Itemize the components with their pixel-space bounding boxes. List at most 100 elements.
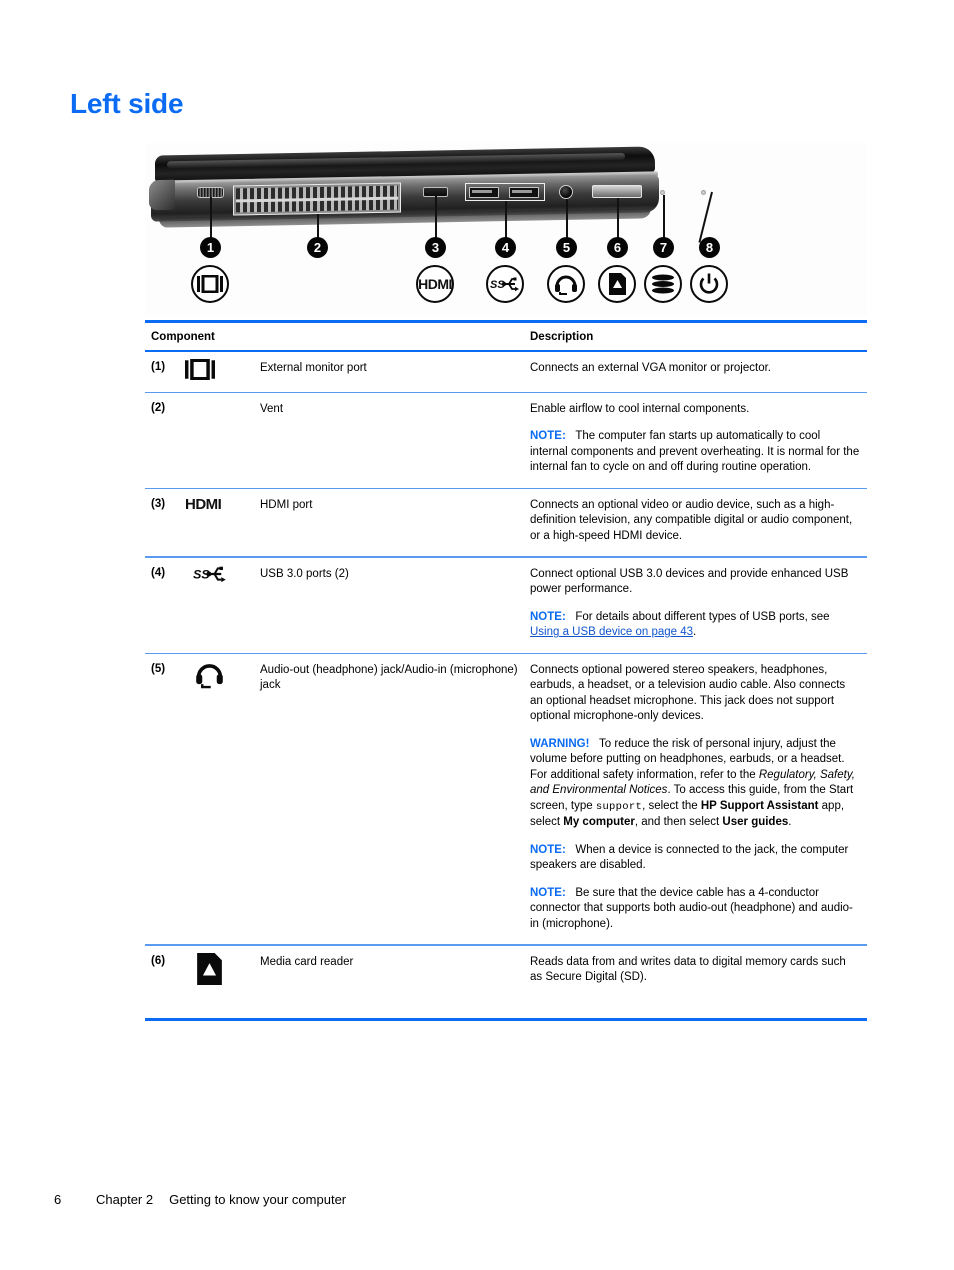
table-row: (4) SS USB 3.0 ports (2) Connect optiona…: [145, 558, 867, 653]
audio-jack-art: [559, 185, 573, 199]
header-description: Description: [530, 331, 594, 343]
leader-line-1: [210, 197, 212, 241]
power-led-art: [701, 190, 706, 195]
power-icon: [690, 265, 728, 303]
row-icon-cell: [185, 946, 260, 998]
leader-line-6: [617, 198, 619, 241]
row-icon-cell: [185, 352, 260, 392]
note-label: NOTE:: [530, 610, 566, 623]
warning-text-c: , select the: [642, 799, 701, 812]
hdmi-icon: HDMI: [416, 265, 454, 303]
document-page: Left side 1 2 3 4 5 6 7 8 HDMI SS Compon…: [0, 0, 954, 1270]
warning-text-e: , and then select: [634, 816, 723, 829]
row-description: Connects an external VGA monitor or proj…: [530, 352, 867, 392]
media-card-icon-glyph: [608, 273, 626, 295]
row-component-name: HDMI port: [260, 498, 313, 511]
row-number: (3): [151, 497, 166, 510]
table-row: (3) HDMI HDMI port Connects an optional …: [145, 489, 867, 557]
row-icon-cell: SS: [185, 558, 260, 653]
page-footer: 6 Chapter 2 Getting to know your computer: [54, 1192, 346, 1207]
media-card-icon: [598, 265, 636, 303]
row-number: (4): [151, 566, 166, 579]
note-text: When a device is connected to the jack, …: [530, 843, 849, 872]
note-text-pre: For details about different types of USB…: [575, 610, 830, 623]
usb-ports-art: [465, 183, 545, 201]
row-description-text: Reads data from and writes data to digit…: [530, 955, 846, 984]
usb-device-link[interactable]: Using a USB device on page 43: [530, 626, 693, 638]
callout-1: 1: [200, 237, 221, 258]
drive-icon: [644, 265, 682, 303]
headset-icon: [196, 664, 223, 689]
note-text: The computer fan starts up automatically…: [530, 430, 860, 474]
row-number: (2): [151, 401, 166, 414]
laptop-hinge: [149, 179, 175, 211]
table-row: (5) Audio-out (headphone) jack/Audio-in …: [145, 654, 867, 945]
row-description: Connect optional USB 3.0 devices and pro…: [530, 558, 867, 653]
table-bottom-rule: [145, 1017, 867, 1021]
warning-menu-my-computer: My computer: [563, 816, 635, 829]
row-description-text: Connects an optional video or audio devi…: [530, 498, 853, 542]
callout-7: 7: [653, 237, 674, 258]
leader-line-3: [435, 196, 437, 241]
row-description: Connects optional powered stereo speaker…: [530, 654, 867, 945]
note-text-post: .: [693, 626, 697, 639]
row-icon-cell: HDMI: [185, 489, 260, 557]
warning-app-name: HP Support Assistant: [700, 799, 819, 812]
row-component-name: Audio-out (headphone) jack/Audio-in (mic…: [260, 663, 518, 691]
row-description: Connects an optional video or audio devi…: [530, 489, 867, 557]
row-description-text: Connects an external VGA monitor or proj…: [530, 361, 771, 374]
usb-superspeed-icon-glyph: SS: [490, 277, 519, 292]
laptop-left-side-figure: 1 2 3 4 5 6 7 8 HDMI SS: [145, 143, 867, 315]
table-header-row: Component Description: [145, 323, 867, 350]
note-text: Be sure that the device cable has a 4-co…: [530, 886, 853, 930]
leader-line-8: [698, 191, 713, 243]
callout-4: 4: [495, 237, 516, 258]
callout-5: 5: [556, 237, 577, 258]
row-number: (6): [151, 954, 166, 967]
row-number: (1): [151, 360, 166, 373]
row-description: Reads data from and writes data to digit…: [530, 946, 867, 998]
row-component-name: Media card reader: [260, 955, 354, 968]
headset-icon-glyph: [555, 275, 577, 295]
row-description: Enable airflow to cool internal componen…: [530, 393, 867, 488]
vent-art: [233, 182, 401, 216]
callout-6: 6: [607, 237, 628, 258]
note-label: NOTE:: [530, 843, 566, 856]
row-note: NOTE: When a device is connected to the j…: [530, 843, 861, 874]
hdmi-icon: HDMI: [185, 495, 222, 513]
external-monitor-icon: [185, 358, 215, 380]
warning-type-command: support: [595, 800, 643, 813]
row-description-text: Connects optional powered stereo speaker…: [530, 663, 846, 723]
row-description-text: Connect optional USB 3.0 devices and pro…: [530, 567, 849, 596]
external-monitor-icon-glyph: [197, 275, 223, 293]
power-icon-glyph: [699, 273, 719, 294]
external-monitor-icon: [191, 265, 229, 303]
footer-chapter: Chapter 2: [96, 1192, 154, 1207]
row-number: (5): [151, 662, 166, 675]
warning-label: WARNING!: [530, 737, 590, 750]
row-note: NOTE: Be sure that the device cable has a…: [530, 886, 861, 933]
row-component-name: USB 3.0 ports (2): [260, 567, 349, 580]
media-card-icon: [197, 952, 222, 985]
table-row: (2) Vent Enable airflow to cool internal…: [145, 393, 867, 488]
table-row: (1) External monitor port Connects an ex…: [145, 352, 867, 392]
row-note: NOTE: The computer fan starts up automati…: [530, 429, 861, 476]
row-icon-cell: [185, 393, 260, 488]
page-title: Left side: [70, 88, 184, 119]
callout-2: 2: [307, 237, 328, 258]
leader-line-4: [505, 201, 507, 241]
table-row: (6) Media card reader Reads data from an…: [145, 946, 867, 998]
headset-icon: [547, 265, 585, 303]
warning-text-f: .: [788, 816, 792, 829]
callout-3: 3: [425, 237, 446, 258]
usb-superspeed-icon: SS: [486, 265, 524, 303]
drive-icon-glyph: [652, 274, 674, 294]
row-component-name: Vent: [260, 402, 284, 415]
hdmi-icon-label: HDMI: [418, 276, 452, 292]
usb-superspeed-icon: SS: [193, 566, 226, 582]
row-icon-cell: [185, 654, 260, 945]
footer-chapter-title: Getting to know your computer: [169, 1192, 347, 1207]
callout-8: 8: [699, 237, 720, 258]
components-table: Component Description (1) External monit…: [145, 320, 867, 1021]
row-note: NOTE: For details about different types o…: [530, 610, 861, 641]
